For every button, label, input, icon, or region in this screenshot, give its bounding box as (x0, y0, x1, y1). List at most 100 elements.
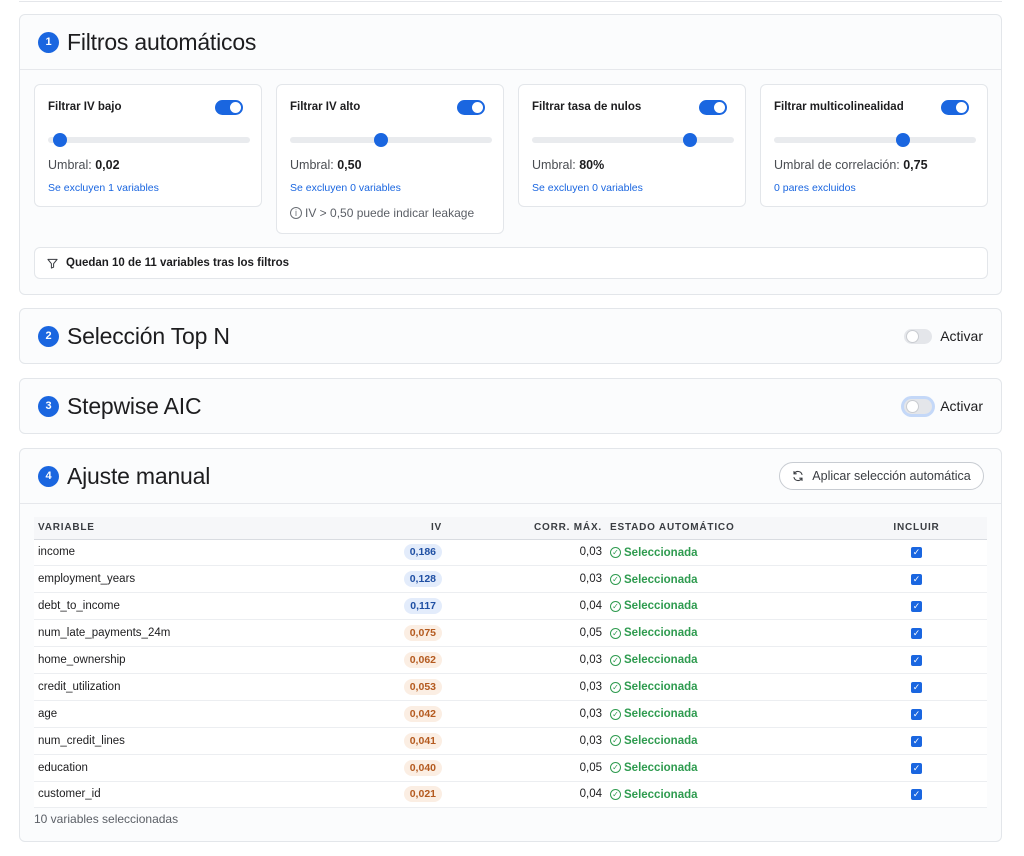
iv-badge: 0,042 (403, 705, 442, 722)
filter-title: Filtrar tasa de nulos (532, 101, 642, 113)
include-checkbox[interactable]: ✓ (911, 547, 922, 559)
filter-iv-high-toggle[interactable] (457, 100, 485, 115)
status-badge: ✓ Seleccionada (610, 681, 698, 693)
topn-title: Selección Top N (67, 322, 230, 349)
slider-thumb[interactable] (373, 133, 388, 147)
include-cell: ✓ (846, 754, 987, 782)
filter-multicollinearity-slider[interactable] (774, 133, 976, 147)
variable-name: num_late_payments_24m (34, 619, 394, 648)
include-checkbox[interactable]: ✓ (911, 762, 922, 774)
stepwise-title: Stepwise AIC (67, 392, 202, 419)
variable-name: income (34, 539, 394, 567)
check-circle-icon: ✓ (610, 600, 621, 612)
status-cell: ✓ Seleccionada (606, 539, 846, 567)
topn-card: 2 Selección Top N Activar (19, 308, 1002, 364)
manual-header: 4 Ajuste manual Aplicar selección automá… (20, 449, 1001, 503)
stepwise-activate[interactable]: Activar (904, 398, 983, 414)
iv-badge: 0,040 (403, 759, 442, 776)
filter-iv-high: Filtrar IV alto Umbral: 0,50 Se excluyen… (276, 84, 504, 234)
filter-iv-low: Filtrar IV bajo Umbral: 0,02 Se excluyen… (34, 84, 262, 207)
iv-badge: 0,021 (403, 786, 442, 803)
status-badge: ✓ Seleccionada (610, 708, 698, 720)
iv-badge: 0,128 (403, 571, 442, 588)
variable-name: education (34, 754, 394, 782)
filter-null-rate-toggle[interactable] (699, 100, 727, 115)
corr-value: 0,03 (446, 646, 606, 674)
threshold-text: Umbral: 80% (532, 158, 605, 172)
filter-iv-high-slider[interactable] (290, 133, 492, 147)
iv-badge: 0,117 (404, 598, 442, 615)
status-cell: ✓ Seleccionada (606, 592, 846, 621)
col-iv[interactable]: IV (394, 517, 446, 540)
iv-badge: 0,062 (403, 652, 442, 668)
table-row: home_ownership 0,062 0,03 ✓ Seleccionada ✓ (34, 646, 987, 674)
iv-cell: 0,128 (394, 565, 446, 594)
filter-null-rate-slider[interactable] (532, 133, 734, 147)
include-checkbox[interactable]: ✓ (911, 574, 922, 586)
include-checkbox[interactable]: ✓ (911, 789, 922, 801)
excluded-link[interactable]: 0 pares excluidos (774, 182, 856, 194)
variable-name: num_credit_lines (34, 727, 394, 755)
table-row: income 0,186 0,03 ✓ Seleccionada ✓ (34, 539, 987, 567)
table-row: age 0,042 0,03 ✓ Seleccionada ✓ (34, 700, 987, 728)
slider-thumb[interactable] (896, 133, 911, 147)
include-checkbox[interactable]: ✓ (911, 708, 922, 720)
variable-name: employment_years (34, 565, 394, 594)
col-corr[interactable]: CORR. MÁX. (446, 517, 606, 540)
check-circle-icon: ✓ (610, 681, 621, 693)
table-row: credit_utilization 0,053 0,03 ✓ Seleccionada… (34, 673, 987, 701)
include-checkbox[interactable]: ✓ (911, 655, 922, 666)
topn-activate[interactable]: Activar (904, 328, 983, 344)
stepwise-toggle[interactable] (904, 398, 933, 414)
col-estado[interactable]: ESTADO AUTOMÁTICO (606, 517, 846, 540)
include-checkbox[interactable]: ✓ (911, 735, 922, 747)
topn-toggle[interactable] (904, 328, 933, 344)
filter-title: Filtrar IV alto (290, 101, 361, 113)
excluded-link[interactable]: Se excluyen 0 variables (290, 182, 401, 194)
include-checkbox[interactable]: ✓ (911, 681, 922, 693)
excluded-link[interactable]: Se excluyen 0 variables (532, 182, 643, 194)
include-cell: ✓ (846, 700, 987, 728)
table-row: num_late_payments_24m 0,075 0,05 ✓ Seleccion… (34, 619, 987, 648)
refresh-icon (793, 470, 803, 482)
status-cell: ✓ Seleccionada (606, 673, 846, 701)
variable-name: credit_utilization (34, 673, 394, 701)
include-cell: ✓ (846, 673, 987, 701)
filters-summary: Quedan 10 de 11 variables tras los filtr… (34, 247, 988, 279)
include-cell: ✓ (846, 727, 987, 755)
corr-value: 0,03 (446, 727, 606, 755)
table-row: employment_years 0,128 0,03 ✓ Seleccionada ✓ (34, 565, 987, 594)
iv-cell: 0,062 (394, 646, 446, 674)
iv-cell: 0,040 (394, 754, 446, 782)
table-header-row: VARIABLE IV CORR. MÁX. ESTADO AUTOMÁTICO… (34, 517, 987, 540)
iv-badge: 0,041 (403, 732, 442, 749)
filter-multicollinearity-toggle[interactable] (941, 100, 969, 115)
status-badge: ✓ Seleccionada (610, 735, 698, 747)
manual-title: Ajuste manual (67, 462, 211, 489)
include-cell: ✓ (846, 619, 987, 648)
filter-iv-low-toggle[interactable] (215, 100, 243, 115)
table-row: num_credit_lines 0,041 0,03 ✓ Seleccionada ✓ (34, 727, 987, 755)
iv-cell: 0,117 (394, 592, 446, 621)
slider-thumb[interactable] (682, 133, 697, 147)
include-checkbox[interactable]: ✓ (911, 601, 922, 613)
leakage-warning: i IV > 0,50 puede indicar leakage (290, 206, 474, 220)
apply-auto-selection-button[interactable]: Aplicar selección automática (779, 462, 984, 490)
filter-title: Filtrar IV bajo (48, 101, 122, 113)
iv-cell: 0,042 (394, 700, 446, 728)
include-cell: ✓ (846, 539, 987, 567)
filter-iv-low-slider[interactable] (48, 133, 250, 147)
excluded-link[interactable]: Se excluyen 1 variables (48, 182, 159, 194)
check-circle-icon: ✓ (610, 789, 621, 801)
filter-title: Filtrar multicolinealidad (774, 101, 904, 113)
stepwise-header[interactable]: 3 Stepwise AIC Activar (20, 379, 1001, 433)
check-circle-icon: ✓ (610, 654, 621, 666)
col-variable[interactable]: VARIABLE (34, 517, 394, 540)
variable-name: customer_id (34, 781, 394, 809)
corr-value: 0,03 (446, 539, 606, 567)
table-row: customer_id 0,021 0,04 ✓ Seleccionada ✓ (34, 781, 987, 809)
topn-header[interactable]: 2 Selección Top N Activar (20, 309, 1001, 363)
include-checkbox[interactable]: ✓ (911, 628, 922, 640)
variable-name: debt_to_income (34, 592, 394, 621)
slider-thumb[interactable] (53, 133, 68, 147)
